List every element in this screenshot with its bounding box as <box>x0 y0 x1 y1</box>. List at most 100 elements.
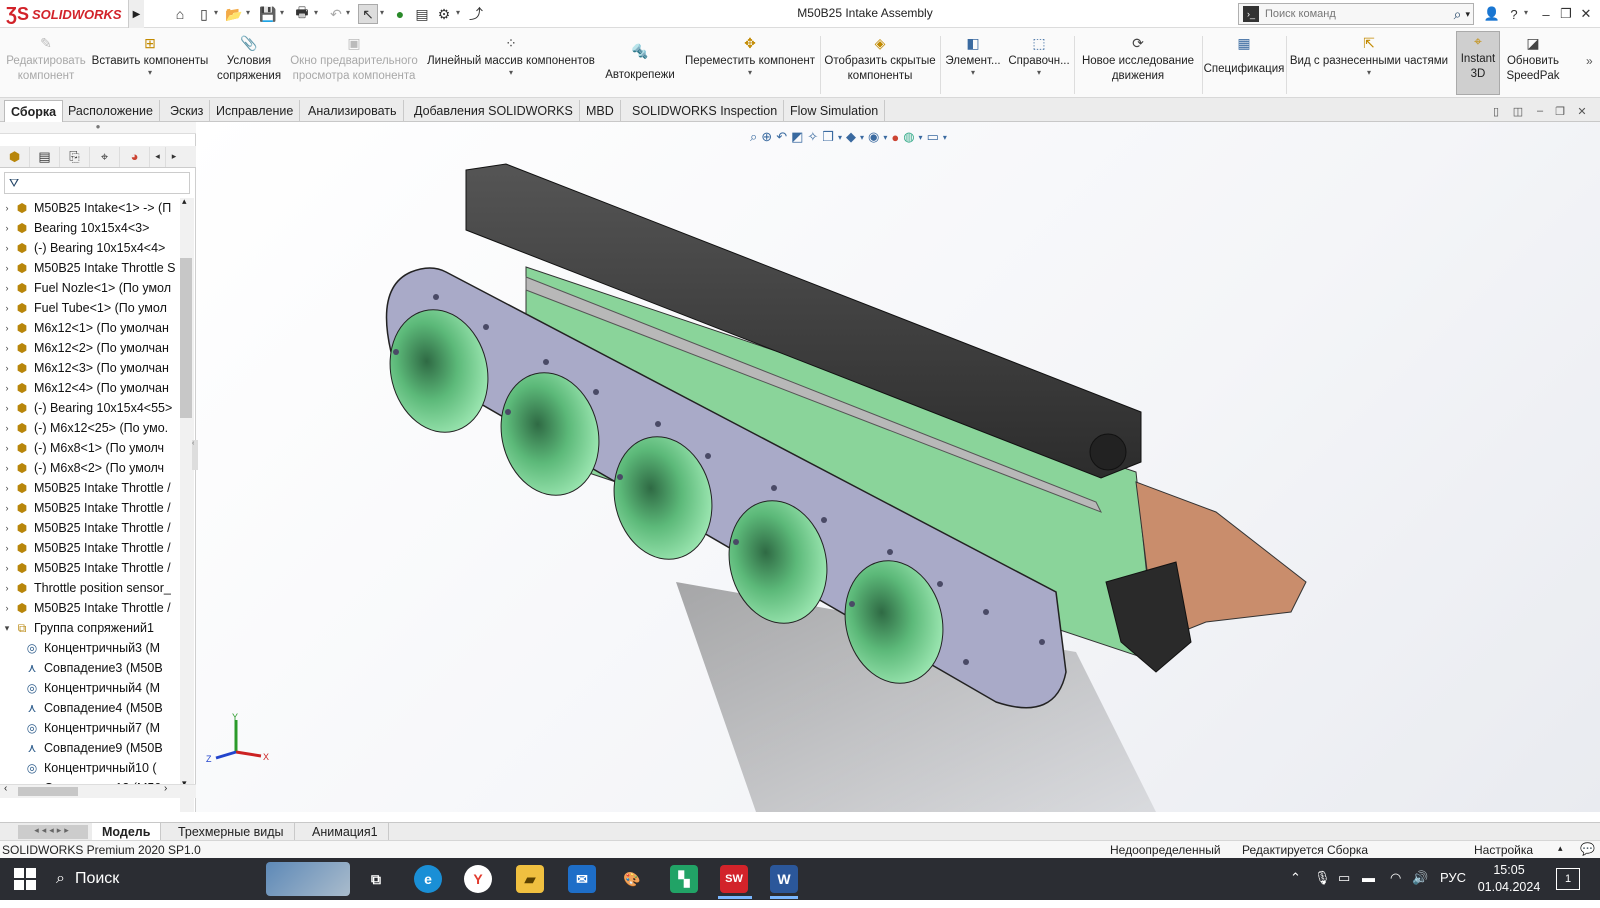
assembly-features-dropdown-icon[interactable]: ▾ <box>971 69 975 77</box>
select-cursor-icon[interactable]: ↖ <box>358 4 378 24</box>
expand-icon[interactable]: › <box>0 203 14 213</box>
motion-study-button[interactable]: ⟳ Новое исследование движения <box>1076 34 1200 92</box>
volume-icon[interactable]: 🔊 <box>1412 870 1428 886</box>
paint-icon[interactable]: 🎨 <box>618 865 646 893</box>
tree-component[interactable]: › ⬢ (-) M6x8<2> (По умолч <box>0 458 178 478</box>
tree-component[interactable]: › ⬢ (-) M6x8<1> (По умолч <box>0 438 178 458</box>
expand-icon[interactable]: › <box>0 283 14 293</box>
tree-component[interactable]: › ⬢ M50B25 Intake Throttle / <box>0 598 178 618</box>
tab-flow-simulation[interactable]: Flow Simulation <box>784 100 886 122</box>
viewport-minimize-icon[interactable]: – <box>1530 104 1550 118</box>
viewport-float-icon[interactable]: ◫ <box>1508 104 1528 118</box>
tree-component[interactable]: › ⬢ M50B25 Intake Throttle / <box>0 518 178 538</box>
mate-button[interactable]: 📎 Условия сопряжения <box>212 34 286 92</box>
tree-component[interactable]: › ⬢ M6x12<2> (По умолчан <box>0 338 178 358</box>
expand-icon[interactable]: › <box>0 223 14 233</box>
insert-components-button[interactable]: ⊞ Вставить компоненты ▾ <box>90 34 210 92</box>
settings-menu[interactable]: Настройка <box>1474 843 1533 857</box>
viewport-close-icon[interactable]: ✕ <box>1572 104 1592 118</box>
expand-icon[interactable]: › <box>0 303 14 313</box>
tree-component[interactable]: › ⬢ (-) M6x12<25> (По умо. <box>0 418 178 438</box>
restore-icon[interactable]: ❐ <box>1556 4 1576 24</box>
graphics-area[interactable]: Y X Z <box>196 122 1600 812</box>
tree-mate[interactable]: ⋏ Совпадение4 (M50B <box>0 698 178 718</box>
settings-arrow-icon[interactable]: ▴ <box>1558 843 1563 854</box>
rebuild-icon[interactable]: ● <box>390 4 410 24</box>
feature-manager-tab-icon[interactable]: ⬢ <box>0 146 30 167</box>
ribbon-more-icon[interactable]: » <box>1586 54 1593 68</box>
panel-collapse-handle[interactable]: ‹ <box>192 440 198 470</box>
undo-icon[interactable]: ↶ <box>326 4 346 24</box>
zoom-to-area-icon[interactable]: ⊕ <box>761 129 772 145</box>
expand-icon[interactable]: › <box>0 603 14 613</box>
smart-fasteners-button[interactable]: 🔩 Автокрепежи <box>600 34 680 92</box>
open-dropdown-icon[interactable]: ▾ <box>246 8 254 20</box>
tree-mate-group[interactable]: ▾ ⧉ Группа сопряжений1 <box>0 618 178 638</box>
reference-geometry-dropdown-icon[interactable]: ▾ <box>1037 69 1041 77</box>
expand-icon[interactable]: › <box>0 363 14 373</box>
show-hidden-button[interactable]: ◈ Отобразить скрытые компоненты <box>822 34 938 92</box>
menu-expand-arrow-icon[interactable]: ▶ <box>128 0 144 28</box>
save-icon[interactable]: 💾 <box>258 4 278 24</box>
expand-icon[interactable]: › <box>0 483 14 493</box>
tree-component[interactable]: › ⬢ (-) Bearing 10x15x4<55> <box>0 398 178 418</box>
tree-component[interactable]: › ⬢ (-) Bearing 10x15x4<4> <box>0 238 178 258</box>
user-icon[interactable]: 👤 <box>1482 4 1502 24</box>
expand-icon[interactable]: › <box>0 383 14 393</box>
previous-view-icon[interactable]: ↶ <box>776 129 787 145</box>
tab-animation[interactable]: Анимация1 <box>302 823 389 841</box>
tab-mbd[interactable]: MBD <box>580 100 621 122</box>
scroll-left-icon[interactable]: ‹ <box>4 783 7 794</box>
edit-appearance-icon[interactable]: ● <box>891 130 899 145</box>
exploded-view-button[interactable]: ⇱ Вид с разнесенными частями ▾ <box>1288 34 1450 92</box>
search-icon[interactable]: ⌕ <box>1454 6 1462 23</box>
expand-icon[interactable]: › <box>0 583 14 593</box>
options-dropdown-icon[interactable]: ▾ <box>456 8 464 20</box>
tab-solidworks-addins[interactable]: Добавления SOLIDWORKS <box>408 100 580 122</box>
property-manager-tab-icon[interactable]: ▤ <box>30 146 60 167</box>
assembly-features-button[interactable]: ◧ Элемент... ▾ <box>942 34 1004 92</box>
view-settings-icon[interactable]: ▭ <box>927 129 939 145</box>
linear-pattern-dropdown-icon[interactable]: ▾ <box>509 69 513 77</box>
minimize-icon[interactable]: – <box>1536 4 1556 24</box>
tab-sketch[interactable]: Эскиз <box>164 100 211 122</box>
tree-filter-field[interactable]: ⛛ <box>4 172 190 194</box>
apply-scene-dropdown-icon[interactable]: ▾ <box>919 133 923 142</box>
tab-assembly[interactable]: Сборка <box>4 100 64 122</box>
tab-solidworks-inspection[interactable]: SOLIDWORKS Inspection <box>626 100 785 122</box>
display-style-icon[interactable]: ◆ <box>846 129 856 145</box>
expand-icon[interactable]: › <box>0 463 14 473</box>
file-explorer-icon[interactable]: ▰ <box>516 865 544 893</box>
share-icon[interactable]: ⤴ <box>466 4 486 24</box>
tree-hscroll-thumb[interactable] <box>18 787 78 796</box>
file-properties-icon[interactable]: ▤ <box>412 4 432 24</box>
tab-navigation-arrows[interactable]: ◂◂◂▸▸ <box>18 825 88 839</box>
view-orientation-dropdown-icon[interactable]: ▾ <box>838 133 842 142</box>
taskbar-clock[interactable]: 15:05 01.04.2024 <box>1474 862 1544 896</box>
search-dropdown-icon[interactable]: ▾ <box>1465 9 1470 20</box>
panel-grip[interactable]: ● <box>0 122 196 134</box>
tree-component[interactable]: › ⬢ M50B25 Intake<1> -> (П <box>0 198 178 218</box>
battery-icon[interactable]: ▬ <box>1362 870 1375 885</box>
tab-markup[interactable]: Исправление <box>210 100 301 122</box>
expand-icon[interactable]: › <box>0 243 14 253</box>
select-dropdown-icon[interactable]: ▾ <box>380 8 388 20</box>
expand-icon[interactable]: › <box>0 563 14 573</box>
viewport-restore-icon[interactable]: ❐ <box>1550 104 1570 118</box>
expand-icon[interactable]: › <box>0 263 14 273</box>
tab-3d-views[interactable]: Трехмерные виды <box>168 823 295 841</box>
reference-geometry-button[interactable]: ⬚ Справочн... ▾ <box>1006 34 1072 92</box>
open-icon[interactable]: 📂 <box>224 4 244 24</box>
tree-component[interactable]: › ⬢ M50B25 Intake Throttle / <box>0 498 178 518</box>
help-dropdown-icon[interactable]: ▾ <box>1524 8 1532 20</box>
collapse-icon[interactable]: ▾ <box>0 623 14 634</box>
solidworks-logo[interactable]: ƷS SOLIDWORKS <box>6 2 126 26</box>
view-orientation-icon[interactable]: ❒ <box>822 129 834 145</box>
tree-component[interactable]: › ⬢ M50B25 Intake Throttle / <box>0 558 178 578</box>
tree-mate[interactable]: ⋏ Совпадение9 (M50B <box>0 738 178 758</box>
hide-show-items-icon[interactable]: ◉ <box>868 129 879 145</box>
tab-scroll-left-icon[interactable]: ◂ <box>150 146 166 167</box>
zoom-to-fit-icon[interactable]: ⌕ <box>750 129 757 145</box>
scroll-right-icon[interactable]: › <box>164 783 167 794</box>
new-dropdown-icon[interactable]: ▾ <box>214 8 222 20</box>
